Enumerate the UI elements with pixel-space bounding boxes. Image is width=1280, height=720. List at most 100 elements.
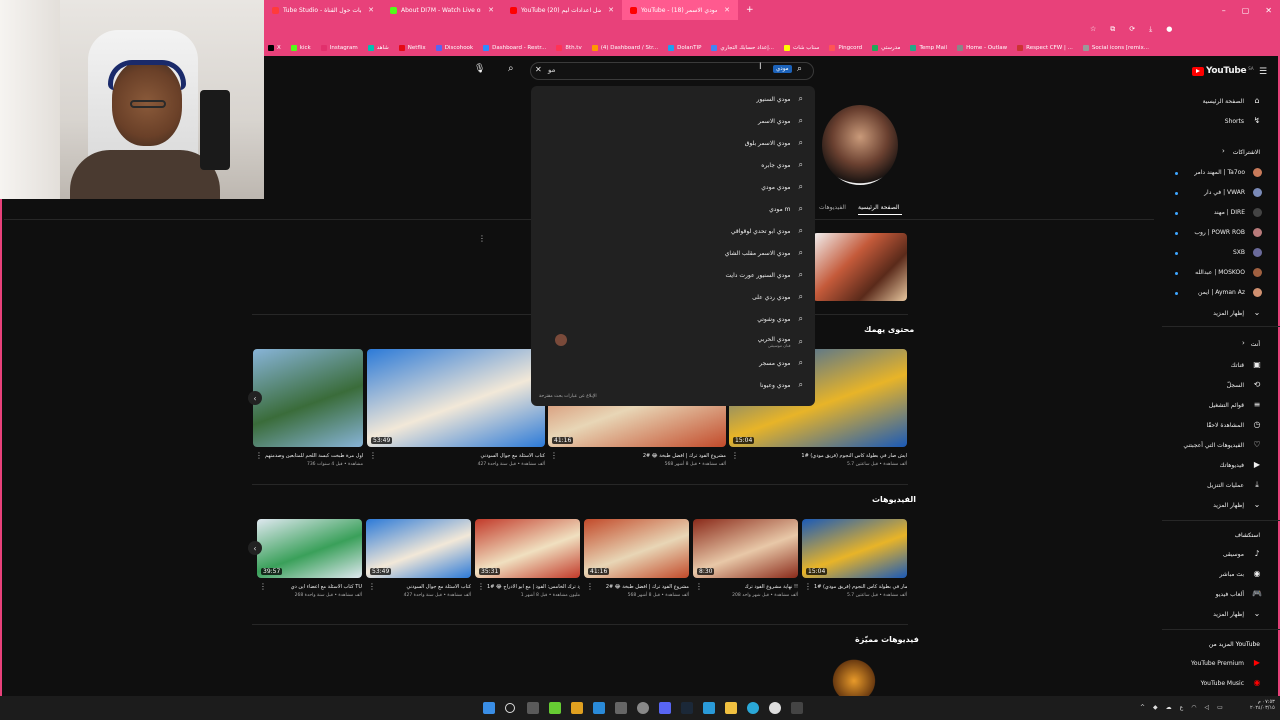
maximize-icon[interactable]: ▢ bbox=[1234, 0, 1258, 20]
bookmark-item[interactable]: Discohook bbox=[435, 45, 473, 51]
taskbar-app-2-icon[interactable] bbox=[571, 702, 583, 714]
new-tab-button[interactable]: + bbox=[738, 0, 762, 20]
video-thumbnail[interactable]: 39:57 bbox=[257, 519, 362, 578]
clear-search-icon[interactable]: ✕ bbox=[535, 65, 542, 74]
sidebar-channel[interactable]: روب | POWR ROB bbox=[1194, 228, 1262, 237]
channel-avatar[interactable] bbox=[822, 105, 898, 185]
start-icon[interactable] bbox=[483, 702, 495, 714]
video-thumbnail[interactable]: 53:49 bbox=[366, 519, 471, 578]
discord-icon[interactable] bbox=[659, 702, 671, 714]
tab-close-icon[interactable]: ✕ bbox=[724, 6, 730, 14]
video-title[interactable]: مشروع الفود ترك الخامس: الفود | مع ابو ا… bbox=[487, 584, 580, 590]
sidebar-channel[interactable]: مهند | DIRE bbox=[1214, 208, 1262, 217]
search-suggestion[interactable]: مودي ابو تحدي لوقواقي ⌕ bbox=[731, 226, 803, 236]
sidebar-you-item[interactable]: قناتك ▣ bbox=[1231, 360, 1262, 370]
taskbar-search-icon[interactable] bbox=[505, 703, 515, 713]
sidebar-premium[interactable]: YouTube Premium ▶ bbox=[1191, 658, 1262, 668]
search-suggestion[interactable]: مودي السنيور ⌕ bbox=[756, 94, 803, 104]
video-more-options-icon[interactable]: ⋮ bbox=[550, 451, 558, 460]
search-suggestion[interactable]: مودي الاسمر ⌕ bbox=[758, 116, 803, 126]
taskbar-app-1-icon[interactable] bbox=[549, 702, 561, 714]
tray-cloud-icon[interactable]: ☁ bbox=[1166, 704, 1172, 711]
sidebar-show-more[interactable]: إظهار المزيد ⌄ bbox=[1213, 308, 1262, 318]
taskbar-app-6-icon[interactable] bbox=[791, 702, 803, 714]
download-icon[interactable]: ⤓ bbox=[1149, 25, 1152, 34]
video-title[interactable]: كتاب الاسئلة مع اعضاء اين دي TU bbox=[291, 584, 362, 590]
tab-home[interactable]: الصفحة الرئيسية bbox=[858, 204, 899, 211]
video-title[interactable]: مشروع الفود ترك | أفضل طبخة 😂 #2 bbox=[606, 584, 689, 590]
tab-videos[interactable]: الفيديوهات bbox=[819, 204, 846, 211]
sidebar-explore-item[interactable]: موسيقى ♪ bbox=[1223, 549, 1262, 559]
language-indicator-icon[interactable]: ع bbox=[1180, 704, 1184, 711]
file-explorer-icon[interactable] bbox=[725, 702, 737, 714]
bookmark-item[interactable]: Pingcord bbox=[829, 45, 862, 51]
bookmark-item[interactable]: Respect CFW | ... bbox=[1017, 45, 1073, 51]
featured-channel-avatar[interactable] bbox=[828, 658, 880, 696]
battery-icon[interactable]: ▭ bbox=[1217, 704, 1223, 711]
video-more-options-icon[interactable]: ⋮ bbox=[586, 582, 594, 591]
chrome-icon[interactable] bbox=[769, 702, 781, 714]
sync-icon[interactable]: ⟳ bbox=[1129, 25, 1135, 34]
browser-tab[interactable]: YouTube (20) أفضل اعدادات ليم 😂 ✕ bbox=[502, 0, 622, 20]
video-title[interactable]: أول مرة طبخت كبسة اللحم للمتابعين وصدمته… bbox=[265, 453, 363, 459]
video-title[interactable]: مشروع الفود ترك | أفضل طبخة 😂 #2 bbox=[643, 453, 726, 459]
video-title[interactable]: كتاب الاسئلة مع جوال السودني bbox=[480, 453, 545, 459]
video-thumbnail[interactable] bbox=[253, 349, 363, 447]
wifi-icon[interactable]: ◠ bbox=[1191, 704, 1196, 711]
voice-search-icon[interactable]: 🎙 bbox=[474, 64, 485, 74]
sidebar-you-item[interactable]: عمليات التنزيل ⤓ bbox=[1207, 480, 1262, 490]
search-suggestion[interactable]: مودي الاسمر بلوق ⌕ bbox=[745, 138, 803, 148]
tab-close-icon[interactable]: ✕ bbox=[368, 6, 374, 14]
sidebar-channel[interactable]: ايمن | Ayman Az bbox=[1198, 288, 1262, 297]
more-options-icon[interactable]: ⋮ bbox=[478, 234, 486, 243]
search-button-icon[interactable]: ⌕ bbox=[508, 63, 514, 74]
search-suggestion[interactable]: مودي جابره ⌕ bbox=[761, 160, 803, 170]
prev-arrow-icon[interactable]: ‹ bbox=[248, 391, 262, 405]
sidebar-you-item[interactable]: المشاهدة لاحقًا ◷ bbox=[1206, 420, 1262, 430]
search-suggestion[interactable]: مودي وعيونا ⌕ bbox=[760, 380, 803, 390]
close-window-icon[interactable]: ✕ bbox=[1257, 0, 1280, 20]
video-thumbnail[interactable]: 8:30 bbox=[693, 519, 798, 578]
search-input[interactable] bbox=[530, 62, 814, 80]
browser-tab[interactable]: About DI7M - Watch Live on Kick ✕ bbox=[382, 0, 502, 20]
video-more-options-icon[interactable]: ⋮ bbox=[804, 582, 812, 591]
sidebar-you-item[interactable]: الفيديوهات التي أعجبتني ♡ bbox=[1183, 440, 1262, 450]
tray-app-icon[interactable]: ◆ bbox=[1153, 704, 1158, 711]
bookmark-item[interactable]: 8th.tv bbox=[556, 45, 582, 51]
tray-chevron-icon[interactable]: ^ bbox=[1140, 704, 1145, 711]
bookmark-item[interactable]: شاهد bbox=[367, 45, 389, 51]
video-more-options-icon[interactable]: ⋮ bbox=[695, 582, 703, 591]
video-thumbnail[interactable]: 15:04 bbox=[802, 519, 907, 578]
video-thumbnail[interactable]: 53:49 bbox=[367, 349, 545, 447]
channel-trailer-thumbnail[interactable] bbox=[813, 233, 907, 301]
youtube-logo[interactable]: YouTube SA bbox=[1192, 66, 1254, 76]
sidebar-you-item[interactable]: السجلّ ⟲ bbox=[1227, 380, 1262, 390]
search-suggestion[interactable]: مودي m ⌕ bbox=[769, 204, 803, 214]
video-thumbnail[interactable]: 41:16 bbox=[584, 519, 689, 578]
video-more-options-icon[interactable]: ⋮ bbox=[255, 451, 263, 460]
sidebar-show-more-3[interactable]: إظهار المزيد ⌄ bbox=[1213, 609, 1262, 619]
sidebar-you-item[interactable]: قوائم التشغيل ≡ bbox=[1209, 400, 1262, 410]
search-suggestion[interactable]: مودي السنيور عورت دايت ⌕ bbox=[726, 270, 803, 280]
search-suggestion[interactable]: مودي ردي على ⌕ bbox=[752, 292, 803, 302]
video-more-options-icon[interactable]: ⋮ bbox=[368, 582, 376, 591]
bookmark-item[interactable]: Instagram bbox=[320, 45, 358, 51]
sidebar-you-item[interactable]: فيديوهاتك ▶ bbox=[1220, 460, 1262, 470]
tab-close-icon[interactable]: ✕ bbox=[488, 6, 494, 14]
sidebar-channel[interactable]: SXB bbox=[1233, 248, 1262, 257]
sidebar-shorts[interactable]: Shorts ↯ bbox=[1225, 116, 1262, 126]
search-suggestion[interactable]: مودي الاسمر مقلب الشاي ⌕ bbox=[725, 248, 803, 258]
steam-icon[interactable] bbox=[681, 702, 693, 714]
bookmark-item[interactable]: Temp Mail bbox=[910, 45, 947, 51]
bookmark-item[interactable]: Social icons [remix... bbox=[1082, 45, 1149, 51]
bookmark-item[interactable]: DolanTIP bbox=[668, 45, 701, 51]
extensions-icon[interactable]: ⧉ bbox=[1110, 25, 1115, 34]
bookmark-item[interactable]: مدرستي bbox=[872, 45, 900, 51]
sidebar-channel[interactable]: في دار | VWAR bbox=[1204, 188, 1262, 197]
video-title[interactable]: كتاب الاسئلة مع جوال السودني bbox=[406, 584, 471, 590]
video-more-options-icon[interactable]: ⋮ bbox=[259, 582, 267, 591]
video-more-options-icon[interactable]: ⋮ bbox=[369, 451, 377, 460]
bookmark-item[interactable]: (4) Dashboard / Str... bbox=[591, 45, 658, 51]
video-title[interactable]: ايش صار في بطولة كأس النجوم (فريق مودي) … bbox=[801, 453, 907, 459]
bookmark-item[interactable]: سناب شات bbox=[784, 45, 819, 51]
